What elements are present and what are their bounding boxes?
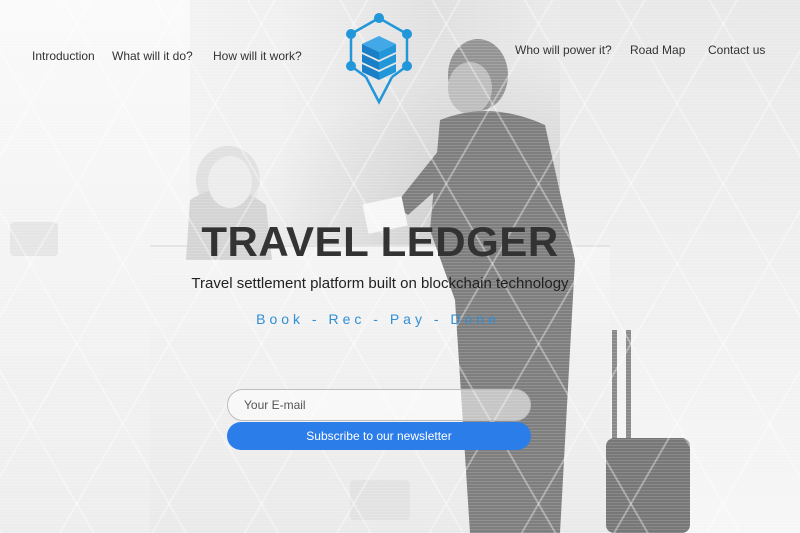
nav-link-contact-us[interactable]: Contact us — [708, 43, 765, 57]
hero-subtitle: Travel settlement platform built on bloc… — [191, 275, 569, 292]
hero-title: TRAVEL LEDGER — [201, 218, 559, 265]
nav-link-road-map[interactable]: Road Map — [630, 43, 685, 57]
logo-link[interactable] — [340, 12, 418, 108]
newsletter-email-input[interactable] — [227, 389, 531, 421]
nav-link-how-will-it-work[interactable]: How will it work? — [213, 49, 302, 63]
nav-link-who-will-power-it[interactable]: Who will power it? — [515, 43, 612, 57]
subscribe-newsletter-button[interactable]: Subscribe to our newsletter — [227, 422, 531, 450]
nav-link-what-will-it-do[interactable]: What will it do? — [112, 49, 193, 63]
blockchain-cube-pin-icon — [346, 13, 412, 105]
nav-link-introduction[interactable]: Introduction — [32, 49, 95, 63]
hero-tagline: Book - Rec - Pay - Done — [256, 311, 500, 327]
